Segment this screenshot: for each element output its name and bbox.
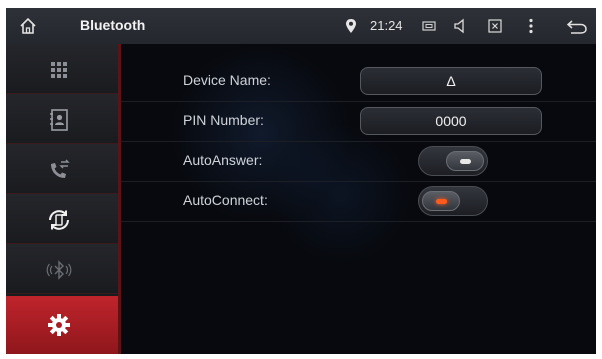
sidebar-item-dialpad[interactable] <box>6 44 118 94</box>
autoanswer-label: AutoAnswer: <box>183 152 263 168</box>
sidebar <box>6 44 118 354</box>
settings-panel: Device Name: Δ PIN Number: 0000 AutoAnsw… <box>121 44 596 354</box>
location-pin-icon <box>346 19 356 33</box>
sidebar-item-contacts[interactable] <box>6 94 118 144</box>
more-vert-icon[interactable] <box>522 17 540 35</box>
call-transfer-icon <box>51 159 70 178</box>
dialpad-icon <box>51 62 67 78</box>
device-name-row: Device Name: Δ <box>121 62 596 102</box>
device-name-label: Device Name: <box>183 72 271 88</box>
autoconnect-row: AutoConnect: <box>121 182 596 222</box>
gear-icon <box>48 314 70 336</box>
toggle-indicator <box>460 159 471 164</box>
device-name-field[interactable]: Δ <box>360 67 542 95</box>
clock: 21:24 <box>370 18 403 33</box>
home-icon[interactable] <box>18 16 38 36</box>
pin-field[interactable]: 0000 <box>360 107 542 135</box>
pin-label: PIN Number: <box>183 112 264 128</box>
toggle-knob <box>422 191 460 211</box>
contacts-icon <box>50 109 68 131</box>
status-bar: Bluetooth 21:24 <box>6 8 596 44</box>
back-icon[interactable] <box>566 17 588 35</box>
toggle-knob <box>446 151 484 171</box>
close-window-icon[interactable] <box>486 17 504 35</box>
pin-row: PIN Number: 0000 <box>121 102 596 142</box>
volume-icon[interactable] <box>452 17 470 35</box>
bluetooth-icon <box>46 260 72 280</box>
screen: Bluetooth 21:24 Device Name: Δ PIN Numbe… <box>6 8 596 354</box>
autoanswer-toggle[interactable] <box>418 146 488 176</box>
toggle-indicator <box>436 199 447 204</box>
sidebar-item-bluetooth[interactable] <box>6 244 118 294</box>
sidebar-item-call-log[interactable] <box>6 144 118 194</box>
autoanswer-row: AutoAnswer: <box>121 142 596 182</box>
autoconnect-toggle[interactable] <box>418 186 488 216</box>
page-title: Bluetooth <box>80 17 146 33</box>
sidebar-item-settings[interactable] <box>6 296 118 354</box>
phone-sync-icon <box>49 210 69 230</box>
autoconnect-label: AutoConnect: <box>183 192 268 208</box>
screenshot-icon[interactable] <box>420 17 438 35</box>
sidebar-item-phone-sync[interactable] <box>6 194 118 244</box>
